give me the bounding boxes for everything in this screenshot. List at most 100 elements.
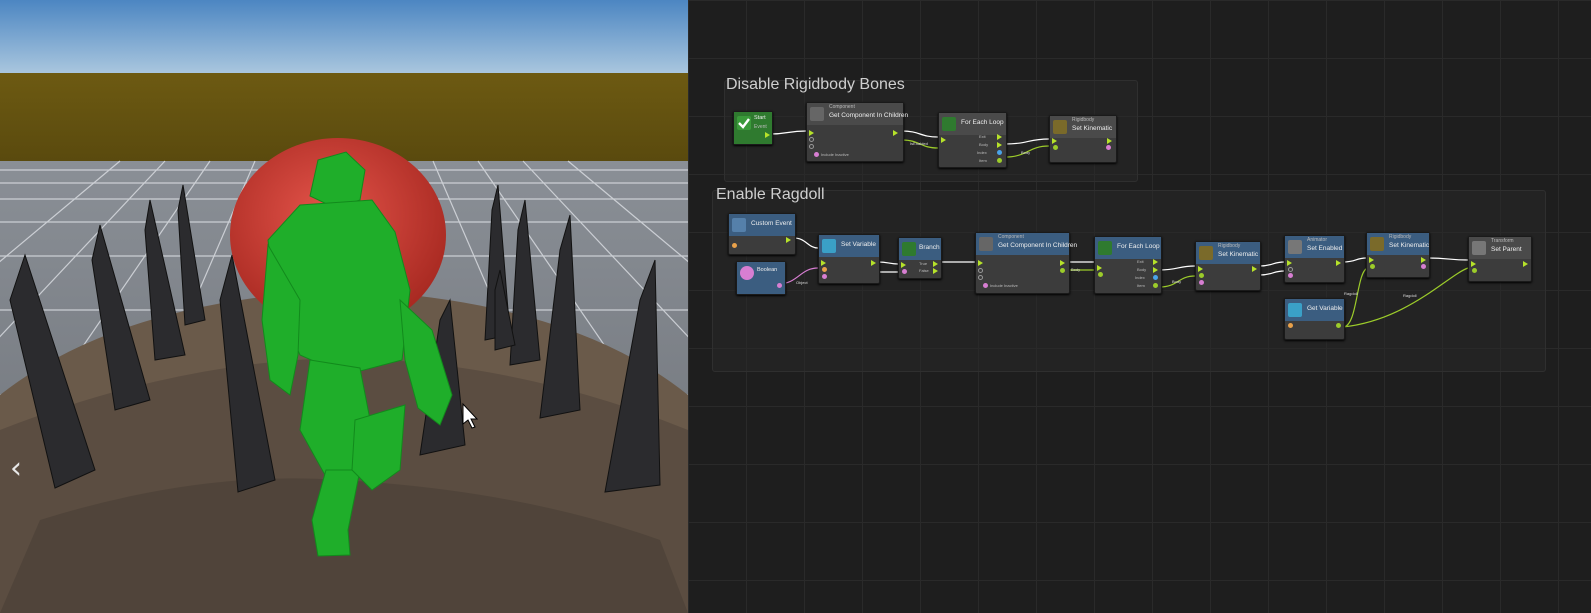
component-icon — [979, 237, 993, 251]
bool-input-pin[interactable] — [983, 283, 988, 288]
node-for-each-loop[interactable]: For Each Loop Exit Body Index Item — [1094, 236, 1162, 294]
node-get-component-in-children[interactable]: Component Get Component In Children Incl… — [806, 102, 908, 162]
exit-output-pin[interactable] — [997, 134, 1002, 140]
body-output-pin[interactable] — [997, 142, 1002, 148]
node-title: Get Component In Children — [998, 242, 1078, 249]
true-output-pin[interactable] — [933, 261, 938, 267]
visual-script-graph[interactable]: Disable Rigidbody Bones Enable Ragdoll S… — [688, 0, 1591, 613]
flow-input-pin[interactable] — [901, 262, 906, 268]
pin-label: Body — [979, 142, 989, 147]
pin-label: Index — [1135, 275, 1145, 280]
flow-input-pin[interactable] — [978, 260, 983, 266]
node-start-event[interactable]: Start Event — [733, 111, 773, 145]
condition-input-pin[interactable] — [902, 269, 907, 274]
input-pin[interactable] — [978, 268, 983, 273]
flow-input-pin[interactable] — [941, 137, 946, 143]
flow-output-pin[interactable] — [1107, 138, 1112, 144]
input-pin[interactable] — [732, 243, 737, 248]
collection-input-pin[interactable] — [1098, 272, 1103, 277]
node-title: Boolean — [757, 267, 778, 273]
flow-output-pin[interactable] — [1421, 257, 1426, 263]
flow-output-pin[interactable] — [1523, 261, 1528, 267]
item-output-pin[interactable] — [1153, 283, 1158, 288]
node-title: Set Parent — [1491, 246, 1522, 253]
node-rigidbody-set-kinematic[interactable]: Rigidbody Set Kinematic — [1195, 241, 1261, 291]
target-input-pin[interactable] — [1199, 273, 1204, 278]
value-input-pin[interactable] — [822, 274, 827, 279]
node-set-variable[interactable]: Set Variable — [818, 234, 880, 284]
wire-label: IsEnabled — [910, 141, 928, 146]
game-viewport[interactable]: ‹ — [0, 0, 688, 613]
flow-output-pin[interactable] — [765, 132, 770, 138]
node-transform-set-parent[interactable]: Transform Set Parent — [1468, 236, 1532, 282]
flow-input-pin[interactable] — [1052, 138, 1057, 144]
pin-label: Item — [1137, 283, 1145, 288]
input-pin[interactable] — [1288, 323, 1293, 328]
rigidbody-icon — [1370, 237, 1384, 251]
input-pin[interactable] — [809, 137, 814, 142]
node-title: Set Kinematic — [1389, 242, 1430, 249]
node-title: Get Variable — [1307, 305, 1343, 312]
flow-output-pin[interactable] — [1252, 266, 1257, 272]
value-output-pin[interactable] — [1336, 323, 1341, 328]
input-pin[interactable] — [822, 267, 827, 272]
flow-output-pin[interactable] — [893, 130, 898, 136]
bool-input-pin[interactable] — [1199, 280, 1204, 285]
body-output-pin[interactable] — [1153, 267, 1158, 273]
pin-label: False — [919, 268, 929, 273]
flow-input-pin[interactable] — [821, 260, 826, 266]
bool-input-pin[interactable] — [1288, 273, 1293, 278]
wire-label: Body — [1021, 150, 1031, 155]
flow-output-pin[interactable] — [871, 260, 876, 266]
index-output-pin[interactable] — [1153, 275, 1158, 280]
component-icon — [810, 107, 824, 121]
node-rigidbody-set-kinematic[interactable]: Rigidbody Set Kinematic — [1366, 232, 1430, 278]
flow-input-pin[interactable] — [1198, 266, 1203, 272]
pin-label: Include Inactive — [821, 152, 849, 157]
bool-input-pin[interactable] — [1106, 145, 1111, 150]
flow-input-pin[interactable] — [1287, 260, 1292, 266]
node-get-component-in-children[interactable]: Component Get Component In Children Incl… — [975, 232, 1077, 294]
index-output-pin[interactable] — [997, 150, 1002, 155]
bool-input-pin[interactable] — [814, 152, 819, 157]
node-title: Custom Event — [751, 220, 792, 227]
node-get-variable[interactable]: Get Variable — [1284, 298, 1345, 340]
node-rigidbody-set-kinematic[interactable]: Rigidbody Set Kinematic — [1049, 115, 1117, 163]
flow-input-pin[interactable] — [1369, 257, 1374, 263]
flow-input-pin[interactable] — [1471, 261, 1476, 267]
flow-input-pin[interactable] — [809, 130, 814, 136]
false-output-pin[interactable] — [933, 268, 938, 274]
node-branch[interactable]: Branch True False — [898, 237, 942, 279]
target-input-pin[interactable] — [1288, 267, 1293, 272]
loop-icon — [1098, 241, 1112, 255]
pin-label: Index — [977, 150, 987, 155]
node-title: For Each Loop — [1117, 243, 1160, 250]
flow-output-pin[interactable] — [1060, 260, 1065, 266]
node-title: Get Component In Children — [829, 112, 909, 119]
input-pin[interactable] — [809, 144, 814, 149]
output-pin[interactable] — [1060, 268, 1065, 273]
node-for-each-loop[interactable]: For Each Loop Exit Body Index Item — [938, 112, 1007, 168]
bool-output-pin[interactable] — [777, 283, 782, 288]
variable-icon — [822, 239, 836, 253]
input-pin[interactable] — [978, 275, 983, 280]
previous-arrow-icon[interactable]: ‹ — [4, 452, 28, 486]
pin-label: Include Inactive — [990, 283, 1018, 288]
bool-input-pin[interactable] — [1421, 264, 1426, 269]
node-custom-event[interactable]: Custom Event — [728, 213, 796, 255]
target-input-pin[interactable] — [1472, 268, 1477, 273]
target-input-pin[interactable] — [1053, 145, 1058, 150]
wire-label: Object — [796, 280, 808, 285]
flow-output-pin[interactable] — [786, 237, 791, 243]
node-category: Rigidbody — [1072, 117, 1095, 123]
node-animator-set-enabled[interactable]: Animator Set Enabled — [1284, 235, 1345, 283]
pin-label: True — [919, 261, 928, 266]
exit-output-pin[interactable] — [1153, 259, 1158, 265]
pin-label: Body — [1137, 267, 1147, 272]
flow-input-pin[interactable] — [1097, 265, 1102, 271]
game-scene — [0, 0, 688, 613]
target-input-pin[interactable] — [1370, 264, 1375, 269]
item-output-pin[interactable] — [997, 158, 1002, 163]
node-boolean-literal[interactable]: Boolean — [736, 261, 786, 295]
flow-output-pin[interactable] — [1336, 260, 1341, 266]
